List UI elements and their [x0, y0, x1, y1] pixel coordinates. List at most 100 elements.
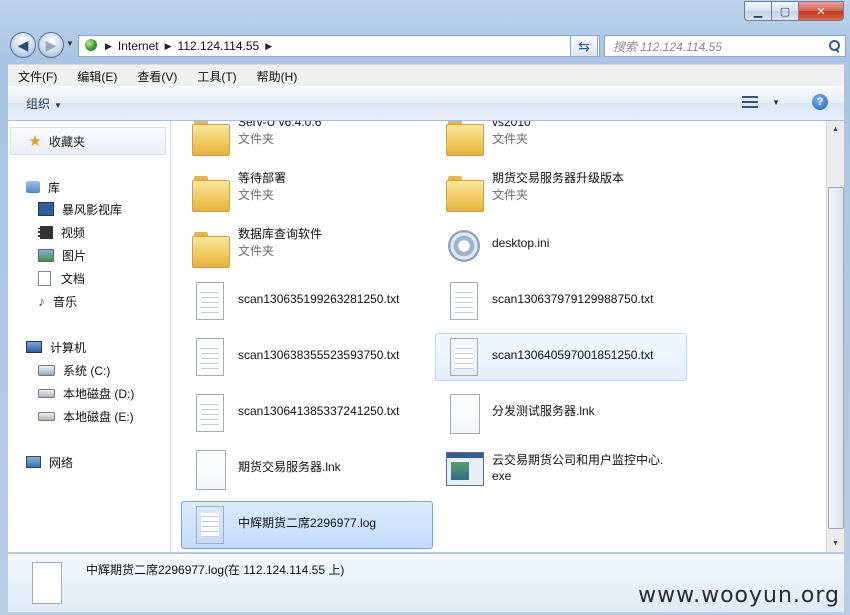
menu-tools[interactable]: 工具(T): [187, 68, 246, 85]
menu-edit[interactable]: 编辑(E): [67, 68, 127, 85]
minimize-button[interactable]: ▁: [744, 1, 772, 21]
search-icon[interactable]: [827, 39, 841, 53]
nav-library-videos[interactable]: 视频: [38, 222, 85, 242]
nav-library-music[interactable]: ♪ 音乐: [38, 291, 77, 311]
nav-computer[interactable]: 计算机: [26, 337, 86, 357]
file-type: 文件夹: [492, 132, 529, 146]
chevron-down-icon: ▼: [54, 100, 62, 110]
folder-icon: [190, 121, 230, 156]
file-name: 等待部署: [238, 171, 287, 185]
text-file-icon: [444, 280, 484, 324]
organize-button[interactable]: 组织 ▼: [26, 95, 62, 112]
refresh-button[interactable]: ⇆: [570, 35, 598, 57]
file-item[interactable]: scan130638355523593750.txt: [181, 333, 433, 381]
views-dropdown-icon[interactable]: ▼: [772, 98, 780, 107]
forward-arrow-icon: ▶: [45, 36, 57, 53]
system-drive-icon: [38, 364, 55, 376]
breadcrumb-internet[interactable]: Internet: [118, 39, 159, 53]
search-box[interactable]: 搜索 112.124.114.55: [604, 35, 846, 57]
computer-icon: [26, 341, 42, 353]
window-controls: ▁ ▢ ✕: [744, 1, 844, 21]
nav-library-documents[interactable]: 文档: [38, 268, 85, 288]
nav-drive-d[interactable]: 本地磁盘 (D:): [38, 383, 134, 403]
views-icon[interactable]: [742, 96, 759, 108]
library-icon: [26, 181, 40, 193]
file-item[interactable]: scan130635199263281250.txt: [181, 277, 433, 325]
breadcrumb-host[interactable]: 112.124.114.55: [178, 39, 260, 53]
file-name: 分发测试服务器.lnk: [492, 404, 595, 418]
file-item[interactable]: 数据库查询软件 文件夹: [181, 221, 433, 269]
file-item-hovered[interactable]: scan130640597001851250.txt: [435, 333, 687, 381]
file-name: scan130637979129988750.txt: [492, 292, 654, 306]
file-name: Serv-U v6.4.0.6: [238, 121, 322, 129]
file-name: 中辉期货二席2296977.log: [238, 516, 377, 530]
nav-item-label: 图片: [62, 248, 87, 263]
nav-library-pictures[interactable]: 图片: [38, 245, 86, 265]
nav-item-label: 系统 (C:): [63, 363, 111, 378]
search-input[interactable]: 搜索 112.124.114.55: [613, 38, 827, 55]
nav-item-label: 视频: [61, 225, 86, 240]
file-item[interactable]: Serv-U v6.4.0.6 文件夹: [181, 121, 433, 157]
change-view-control[interactable]: ▼: [742, 96, 780, 108]
scroll-down-arrow-icon[interactable]: ▼: [827, 535, 844, 552]
navigation-pane: ★ 收藏夹 库 暴风影视库 视频 图片 文档 ♪ 音乐 计算机 系统 (C:) …: [8, 121, 171, 552]
file-item[interactable]: 等待部署 文件夹: [181, 165, 433, 213]
forward-button[interactable]: ▶: [38, 32, 64, 58]
nav-libraries[interactable]: 库: [26, 177, 60, 197]
breadcrumb-chevron-icon[interactable]: ▶: [105, 41, 112, 52]
file-item[interactable]: 期货交易服务器.lnk: [181, 445, 433, 493]
folder-icon: [190, 224, 230, 268]
file-item[interactable]: 分发测试服务器.lnk: [435, 389, 687, 437]
nav-item-label: 文档: [61, 271, 86, 286]
nav-library-baofeng[interactable]: 暴风影视库: [38, 199, 122, 219]
file-name: 云交易期货公司和用户监控中心.: [492, 453, 664, 467]
settings-file-icon: [444, 224, 484, 268]
nav-drive-e[interactable]: 本地磁盘 (E:): [38, 406, 134, 426]
file-type: 文件夹: [238, 132, 275, 146]
scrollbar-thumb[interactable]: [828, 187, 844, 529]
breadcrumb-chevron-icon[interactable]: ▶: [165, 41, 172, 52]
file-item[interactable]: desktop.ini: [435, 221, 687, 269]
hard-drive-icon: [38, 388, 55, 398]
file-name: scan130638355523593750.txt: [238, 348, 400, 362]
folder-icon: [444, 121, 484, 156]
film-icon: [38, 225, 53, 239]
text-file-icon: [190, 336, 230, 380]
scroll-up-arrow-icon[interactable]: ▲: [827, 121, 844, 138]
hard-drive-icon: [38, 411, 55, 421]
star-icon: ★: [28, 133, 42, 150]
text-file-icon: [190, 280, 230, 324]
menu-help[interactable]: 帮助(H): [247, 68, 308, 85]
help-button[interactable]: ?: [812, 94, 828, 110]
music-note-icon: ♪: [38, 293, 45, 309]
file-name: scan130641385337241250.txt: [238, 404, 400, 418]
recent-pages-dropdown[interactable]: ▼: [66, 39, 74, 48]
close-button[interactable]: ✕: [799, 1, 844, 21]
nav-item-label: 本地磁盘 (D:): [63, 386, 135, 401]
favorites-item[interactable]: ★ 收藏夹: [10, 127, 166, 155]
maximize-button[interactable]: ▢: [772, 1, 799, 21]
nav-drive-c[interactable]: 系统 (C:): [38, 360, 110, 380]
file-item[interactable]: scan130641385337241250.txt: [181, 389, 433, 437]
file-name: desktop.ini: [492, 236, 550, 250]
favorites-label: 收藏夹: [49, 134, 86, 149]
file-item[interactable]: 期货交易服务器升级版本 文件夹: [435, 165, 687, 213]
file-name-line2: exe: [492, 469, 512, 483]
address-bar[interactable]: ▶ Internet ▶ 112.124.114.55 ▶ ▼: [78, 35, 600, 57]
file-item[interactable]: scan130637979129988750.txt: [435, 277, 687, 325]
menu-file[interactable]: 文件(F): [8, 68, 67, 85]
vertical-scrollbar[interactable]: ▲ ▼: [826, 121, 844, 552]
blank-file-icon: [444, 392, 484, 436]
menu-bar: 文件(F) 编辑(E) 查看(V) 工具(T) 帮助(H): [8, 64, 844, 87]
file-type: 文件夹: [238, 188, 275, 202]
file-item[interactable]: vs2010 文件夹: [435, 121, 687, 157]
nav-network-label: 网络: [49, 455, 74, 470]
file-item[interactable]: 云交易期货公司和用户监控中心. exe: [435, 445, 687, 493]
file-item-selected[interactable]: 中辉期货二席2296977.log: [181, 501, 433, 549]
text-file-icon: [190, 392, 230, 436]
breadcrumb-chevron-icon[interactable]: ▶: [265, 41, 272, 52]
back-button[interactable]: ◀: [10, 32, 36, 58]
menu-view[interactable]: 查看(V): [127, 68, 187, 85]
refresh-icon: ⇆: [578, 37, 590, 54]
nav-network[interactable]: 网络: [26, 452, 73, 472]
